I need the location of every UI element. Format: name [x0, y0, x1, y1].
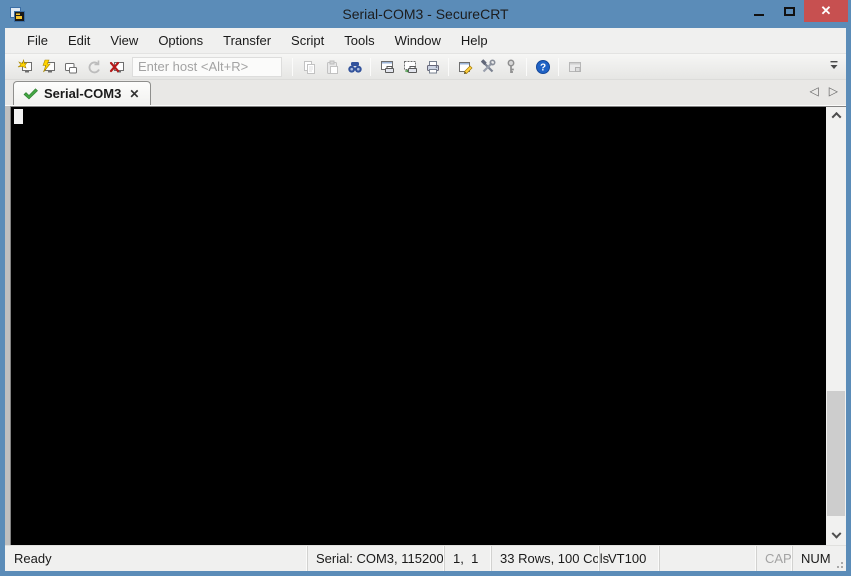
global-options-icon: [480, 58, 496, 72]
maximize-icon: [783, 6, 795, 16]
copy-icon: [303, 60, 315, 74]
status-connection: Serial: COM3, 115200: [307, 546, 444, 571]
paste-button[interactable]: [320, 56, 343, 78]
disconnect-icon: [109, 61, 124, 72]
find-button[interactable]: [343, 56, 366, 78]
status-grid-size: 33 Rows, 100 Cols: [491, 546, 609, 571]
paste-icon: [326, 60, 338, 74]
titlebar: Serial-COM3 - SecureCRT ✕: [0, 0, 851, 28]
tab-close-icon[interactable]: ✕: [127, 88, 141, 100]
resize-grip-icon: [837, 562, 843, 568]
scroll-up-button[interactable]: [826, 107, 846, 124]
chevron-up-icon: [831, 111, 841, 122]
toolbar-separator: [292, 57, 293, 76]
window-title: Serial-COM3 - SecureCRT: [342, 6, 509, 22]
terminal-cursor: [14, 109, 23, 124]
minimize-button[interactable]: [744, 0, 774, 22]
tab-bar: Serial-COM3 ✕ ◁ ▷: [5, 80, 846, 106]
svg-text:?: ?: [539, 62, 545, 73]
quick-connect-button[interactable]: [36, 56, 59, 78]
copy-button[interactable]: [297, 56, 320, 78]
toolbar-overflow-button[interactable]: [829, 59, 841, 73]
securecrt-window: Serial-COM3 - SecureCRT ✕ File Edit View…: [0, 0, 851, 576]
status-cursor-position: 1, 1: [444, 546, 491, 571]
connect-in-tab-button[interactable]: [59, 56, 82, 78]
print-button[interactable]: [421, 56, 444, 78]
menu-item-edit[interactable]: Edit: [58, 30, 100, 51]
auto-print-icon: [403, 60, 417, 73]
scrollbar-thumb[interactable]: [827, 390, 845, 516]
quick-connect-icon: [42, 59, 55, 72]
menu-item-window[interactable]: Window: [385, 30, 451, 51]
toolbar-separator: [526, 57, 527, 76]
session-manager-button[interactable]: [563, 56, 586, 78]
toolbar-separator: [370, 57, 371, 76]
window-body: File Edit View Options Transfer Script T…: [0, 28, 851, 576]
connect-button[interactable]: [13, 56, 36, 78]
key-button[interactable]: [499, 56, 522, 78]
connect-icon: [17, 58, 32, 72]
print-screen-button[interactable]: [375, 56, 398, 78]
menu-item-script[interactable]: Script: [281, 30, 334, 51]
tab-serial-com3[interactable]: Serial-COM3 ✕: [13, 81, 152, 105]
close-icon: ✕: [820, 3, 832, 18]
auto-print-button[interactable]: [398, 56, 421, 78]
menu-item-help[interactable]: Help: [451, 30, 498, 51]
status-caps-lock: CAP: [756, 546, 792, 571]
connect-in-tab-icon: [64, 62, 77, 73]
print-icon: [426, 60, 439, 73]
toolbar: ?: [5, 54, 846, 80]
menu-item-options[interactable]: Options: [148, 30, 213, 51]
window-controls: ✕: [744, 0, 848, 24]
vertical-scrollbar[interactable]: [826, 106, 846, 545]
status-ready: Ready: [14, 551, 52, 566]
reconnect-button[interactable]: [82, 56, 105, 78]
session-manager-icon: [568, 61, 581, 72]
status-num-lock: NUM: [792, 546, 832, 571]
minimize-icon: [754, 14, 764, 16]
session-options-button[interactable]: [453, 56, 476, 78]
toolbar-separator: [448, 57, 449, 76]
status-bar: Ready Serial: COM3, 115200 1, 1 33 Rows,…: [5, 545, 846, 571]
host-input[interactable]: [132, 56, 282, 77]
global-options-button[interactable]: [476, 56, 499, 78]
help-button[interactable]: ?: [531, 56, 554, 78]
reconnect-icon: [88, 60, 100, 73]
status-emulation: VT100: [599, 546, 659, 571]
status-blank: [659, 546, 756, 571]
print-screen-icon: [380, 60, 394, 73]
terminal-screen[interactable]: [10, 106, 826, 545]
menu-item-transfer[interactable]: Transfer: [213, 30, 281, 51]
connected-check-icon: [23, 87, 38, 99]
disconnect-button[interactable]: [105, 56, 128, 78]
key-icon: [507, 59, 514, 73]
resize-grip[interactable]: [832, 546, 846, 571]
tab-scrollers: ◁ ▷: [810, 85, 838, 97]
help-icon: ?: [535, 59, 550, 74]
menu-item-file[interactable]: File: [17, 30, 58, 51]
tab-label: Serial-COM3: [44, 86, 122, 101]
tab-scroll-left-icon[interactable]: ◁: [810, 85, 819, 97]
tab-scroll-right-icon[interactable]: ▷: [829, 85, 838, 97]
session-options-icon: [458, 61, 472, 74]
chevron-down-icon: [831, 528, 841, 539]
client-area: [5, 106, 846, 545]
menu-bar: File Edit View Options Transfer Script T…: [5, 28, 846, 54]
scroll-down-button[interactable]: [826, 528, 846, 545]
maximize-button[interactable]: [774, 0, 804, 22]
toolbar-separator: [558, 57, 559, 76]
scrollbar-track[interactable]: [826, 124, 846, 528]
find-icon: [347, 61, 362, 73]
close-button[interactable]: ✕: [804, 0, 848, 22]
menu-item-view[interactable]: View: [100, 30, 148, 51]
menu-item-tools[interactable]: Tools: [334, 30, 384, 51]
toolbar-overflow-icon: [830, 61, 838, 69]
